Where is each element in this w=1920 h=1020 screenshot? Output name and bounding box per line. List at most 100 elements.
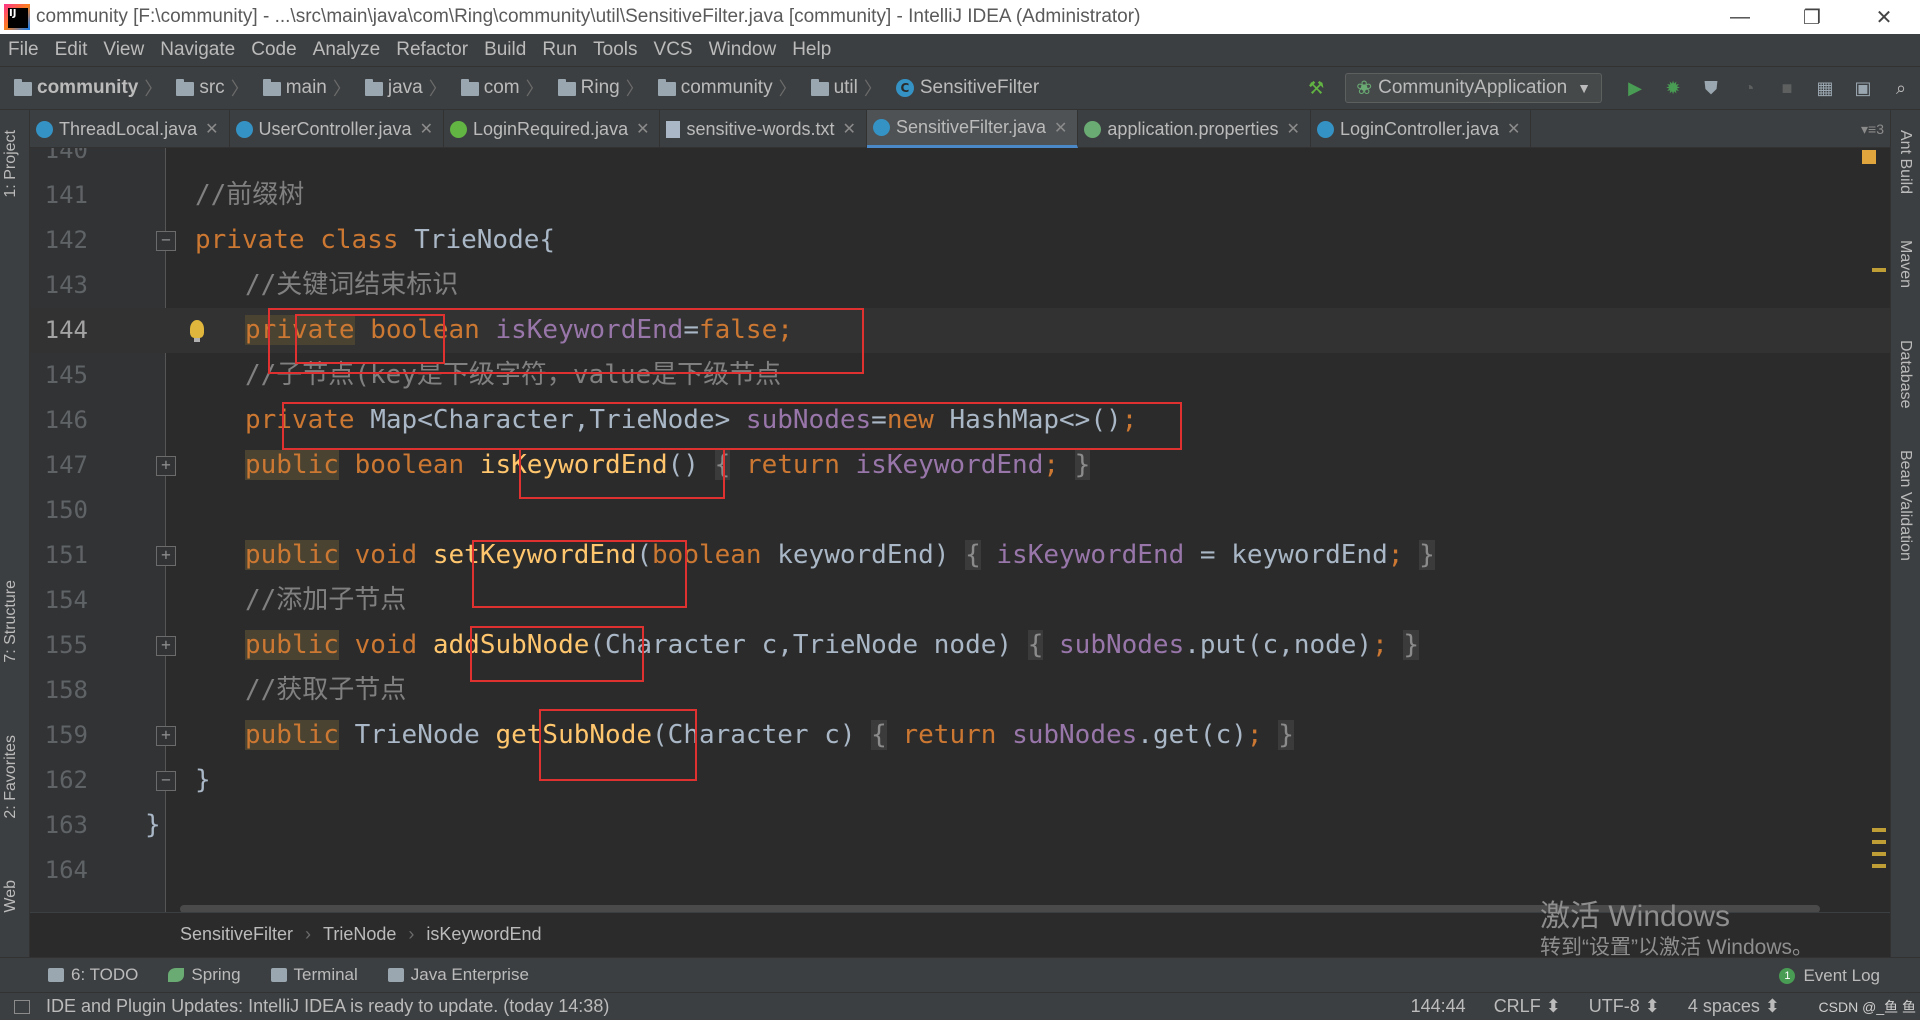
- menu-file[interactable]: File: [8, 39, 39, 61]
- nav-crumb-util[interactable]: util 〉: [797, 75, 882, 101]
- error-stripe-mark[interactable]: [1872, 852, 1886, 856]
- tool-todo[interactable]: 6: TODO: [48, 965, 138, 985]
- tool-maven[interactable]: Maven: [1896, 240, 1914, 288]
- fold-expand-icon[interactable]: +: [156, 636, 176, 656]
- menu-view[interactable]: View: [103, 39, 144, 61]
- tab-sensitive-words[interactable]: sensitive-words.txt ✕: [660, 110, 867, 148]
- breadcrumb-class[interactable]: SensitiveFilter: [180, 924, 293, 945]
- tab-sensitivefilter[interactable]: SensitiveFilter.java ✕: [866, 110, 1079, 148]
- coverage-icon[interactable]: ⛊: [1700, 77, 1722, 99]
- nav-crumb-com[interactable]: com 〉: [447, 75, 544, 101]
- code-line: 162 − }: [30, 758, 1890, 803]
- tool-terminal[interactable]: Terminal: [270, 965, 358, 985]
- profile-icon[interactable]: ◔: [1738, 77, 1760, 99]
- inspection-ok-icon: [1862, 150, 1876, 164]
- run-icon[interactable]: ▶: [1624, 77, 1646, 99]
- debug-icon[interactable]: ✹: [1662, 77, 1684, 99]
- menu-refactor[interactable]: Refactor: [396, 39, 468, 61]
- fold-expand-icon[interactable]: +: [156, 726, 176, 746]
- tab-usercontroller[interactable]: UserController.java ✕: [230, 110, 444, 148]
- tab-logincontroller[interactable]: LoginController.java ✕: [1311, 110, 1532, 148]
- status-bar: IDE and Plugin Updates: IntelliJ IDEA is…: [0, 992, 1920, 1020]
- tool-favorites[interactable]: 2: Favorites: [2, 735, 20, 819]
- tool-windows-toggle-icon[interactable]: [14, 999, 30, 1014]
- menu-build[interactable]: Build: [484, 39, 526, 61]
- menu-tools[interactable]: Tools: [593, 39, 637, 61]
- code-editor[interactable]: 140 141 //前缀树 142 − private class TrieNo…: [30, 148, 1890, 912]
- java-enterprise-icon: [387, 968, 404, 982]
- tab-overflow-menu[interactable]: ▾≡ 3: [1861, 110, 1884, 148]
- close-button[interactable]: ✕: [1848, 0, 1920, 34]
- tool-database[interactable]: Database: [1896, 340, 1914, 409]
- fold-end-icon[interactable]: −: [156, 771, 176, 791]
- run-configuration-select[interactable]: ❀ CommunityApplication ▼: [1345, 73, 1602, 103]
- breadcrumb-member[interactable]: isKeywordEnd: [426, 924, 541, 945]
- tab-application-properties[interactable]: application.properties ✕: [1078, 110, 1311, 148]
- breadcrumb-inner-class[interactable]: TrieNode: [323, 924, 396, 945]
- nav-crumb-community[interactable]: community 〉: [644, 75, 797, 101]
- error-stripe-mark[interactable]: [1872, 828, 1886, 832]
- line-number: 163: [44, 811, 88, 839]
- line-separator[interactable]: CRLF ⬍: [1494, 996, 1561, 1017]
- nav-crumb-java[interactable]: java 〉: [351, 75, 447, 101]
- nav-crumb-project[interactable]: community 〉: [0, 75, 162, 101]
- close-icon[interactable]: ✕: [636, 119, 649, 139]
- line-number: 140: [44, 148, 88, 164]
- error-stripe-mark[interactable]: [1872, 268, 1886, 272]
- close-icon[interactable]: ✕: [1287, 119, 1300, 139]
- menu-analyze[interactable]: Analyze: [313, 39, 381, 61]
- close-icon[interactable]: ✕: [420, 119, 433, 139]
- tool-project[interactable]: 1: Project: [2, 130, 20, 198]
- tool-web[interactable]: Web: [2, 880, 20, 913]
- indent-setting[interactable]: 4 spaces ⬍: [1688, 996, 1780, 1017]
- tool-structure[interactable]: 7: Structure: [2, 580, 20, 663]
- event-log[interactable]: 1 Event Log: [1779, 958, 1880, 993]
- folder-icon: [364, 79, 383, 96]
- menu-window[interactable]: Window: [709, 39, 777, 61]
- error-stripe-mark[interactable]: [1872, 864, 1886, 868]
- line-number: 159: [44, 721, 88, 749]
- highlight-box: [470, 626, 644, 682]
- presentation-icon[interactable]: ▣: [1852, 77, 1874, 99]
- caret-position[interactable]: 144:44: [1411, 996, 1466, 1017]
- tool-java-enterprise[interactable]: Java Enterprise: [387, 965, 529, 985]
- tool-ant-build[interactable]: Ant Build: [1896, 130, 1914, 194]
- tool-bean-validation[interactable]: Bean Validation: [1896, 450, 1914, 561]
- menu-edit[interactable]: Edit: [55, 39, 88, 61]
- menu-code[interactable]: Code: [251, 39, 296, 61]
- close-icon[interactable]: ✕: [1507, 119, 1520, 139]
- status-message[interactable]: IDE and Plugin Updates: IntelliJ IDEA is…: [46, 996, 609, 1017]
- close-icon[interactable]: ✕: [205, 119, 218, 139]
- lightbulb-icon[interactable]: [190, 320, 204, 342]
- fold-expand-icon[interactable]: +: [156, 546, 176, 566]
- nav-crumb-file[interactable]: C SensitiveFilter: [882, 77, 1039, 99]
- fold-expand-icon[interactable]: +: [156, 456, 176, 476]
- nav-crumb-ring[interactable]: Ring 〉: [544, 75, 644, 101]
- build-hammer-icon[interactable]: ⚒: [1305, 77, 1327, 99]
- chevron-right-icon: 〉: [525, 79, 544, 99]
- close-icon[interactable]: ✕: [1054, 118, 1067, 138]
- code-line: 159 + public TrieNode getSubNode(Charact…: [30, 713, 1890, 758]
- menu-help[interactable]: Help: [792, 39, 831, 61]
- menu-vcs[interactable]: VCS: [654, 39, 693, 61]
- fold-collapse-icon[interactable]: −: [156, 231, 176, 251]
- nav-crumb-src[interactable]: src 〉: [162, 75, 249, 101]
- chevron-right-icon: ›: [408, 924, 415, 944]
- tab-loginrequired[interactable]: LoginRequired.java ✕: [444, 110, 661, 148]
- error-stripe-mark[interactable]: [1872, 840, 1886, 844]
- file-encoding[interactable]: UTF-8 ⬍: [1589, 996, 1660, 1017]
- tab-threadlocal[interactable]: ThreadLocal.java ✕: [30, 110, 230, 148]
- nav-crumb-main[interactable]: main 〉: [249, 75, 351, 101]
- tool-spring[interactable]: Spring: [168, 965, 241, 985]
- stop-icon[interactable]: ■: [1776, 77, 1798, 99]
- menu-run[interactable]: Run: [542, 39, 577, 61]
- highlight-box: [295, 314, 445, 364]
- chevron-right-icon: 〉: [230, 79, 249, 99]
- maximize-button[interactable]: ❐: [1776, 0, 1848, 34]
- project-structure-icon[interactable]: ▦: [1814, 77, 1836, 99]
- close-icon[interactable]: ✕: [843, 119, 856, 139]
- search-everywhere-icon[interactable]: ⌕: [1890, 77, 1912, 99]
- minimize-button[interactable]: —: [1704, 0, 1776, 34]
- editor-tabs: ThreadLocal.java ✕ UserController.java ✕ L…: [30, 110, 1890, 148]
- menu-navigate[interactable]: Navigate: [160, 39, 235, 61]
